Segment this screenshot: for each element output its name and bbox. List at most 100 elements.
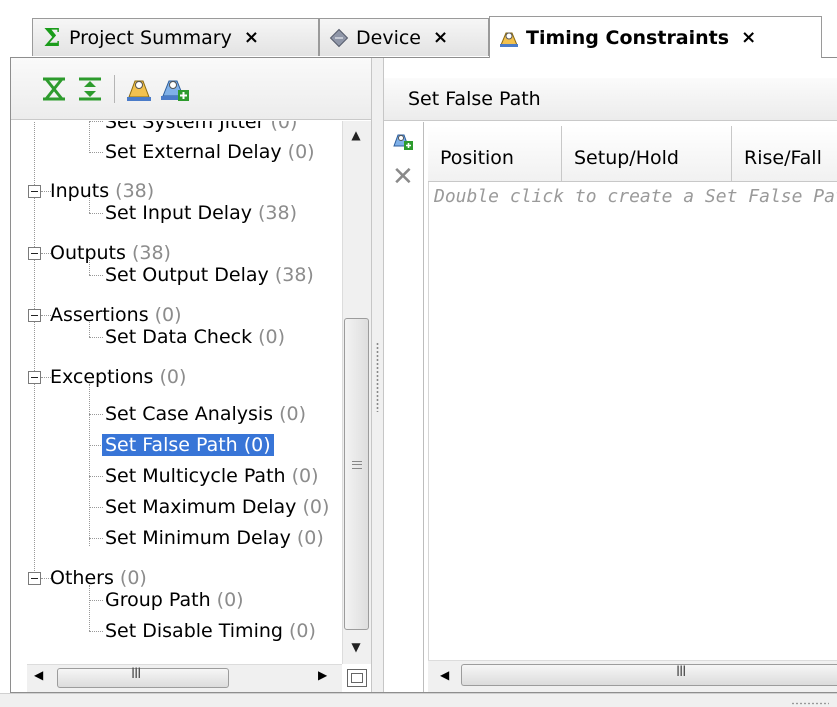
tree-item-set-data-check[interactable]: Set Data Check (0) xyxy=(105,322,285,353)
collapse-all-icon[interactable] xyxy=(75,74,105,104)
tree-connector xyxy=(89,121,90,151)
tree-item-count: (0) xyxy=(159,366,187,388)
tree-item-count: (0) xyxy=(279,403,307,425)
tree-connector xyxy=(89,337,103,338)
scroll-up-icon[interactable]: ▲ xyxy=(346,124,366,146)
tree-item-count: (0) xyxy=(296,527,324,549)
tree-vertical-scroll-thumb[interactable] xyxy=(344,318,369,630)
tree-horizontal-scroll-thumb[interactable] xyxy=(57,668,229,688)
scroll-left-icon[interactable]: ◀ xyxy=(34,668,43,682)
tab-bar: Σ Project Summary × Device × Timing Cons… xyxy=(0,0,837,60)
tree-item-label: Set Multicycle Path xyxy=(105,465,286,487)
tree-connector xyxy=(89,384,90,546)
tree-item-count: (0) xyxy=(216,589,244,611)
tree-item-label: Set System Jitter xyxy=(105,121,265,133)
tree-item-label: Exceptions xyxy=(50,366,154,388)
empty-table-hint: Double click to create a Set False Path xyxy=(434,186,837,207)
tree-connector xyxy=(89,213,103,214)
delete-icon[interactable]: ✕ xyxy=(392,164,414,190)
add-constraint-icon[interactable] xyxy=(160,74,190,104)
tree-item-set-system-jitter[interactable]: Set System Jitter (0) xyxy=(105,121,297,138)
grip-icon xyxy=(352,468,362,469)
close-icon[interactable]: × xyxy=(433,27,448,48)
grip-icon xyxy=(376,342,379,412)
scroll-left-icon[interactable]: ◀ xyxy=(440,668,449,682)
tree-item-set-external-delay[interactable]: Set External Delay (0) xyxy=(105,137,315,168)
tree-connector xyxy=(89,152,103,153)
collapse-toggle-exceptions[interactable] xyxy=(28,371,41,384)
row-actions-bar xyxy=(384,122,424,692)
tab-device[interactable]: Device × xyxy=(319,18,489,56)
grip-icon: III xyxy=(676,664,686,680)
scroll-down-icon[interactable]: ▼ xyxy=(346,636,366,658)
tree-item-label: Set Output Delay xyxy=(105,264,269,286)
tree-item-label: Set Minimum Delay xyxy=(105,527,291,549)
close-icon[interactable]: × xyxy=(244,27,259,48)
tree-toolbar xyxy=(11,58,371,120)
tree-group-exceptions[interactable]: Exceptions (0) xyxy=(50,362,186,393)
tree-item-count: (0) xyxy=(302,496,330,518)
tree-item-label: Set Disable Timing xyxy=(105,620,283,642)
tab-project-summary[interactable]: Σ Project Summary × xyxy=(32,18,319,56)
timing-constraints-icon xyxy=(498,27,520,49)
tree-item-group-path[interactable]: Group Path (0) xyxy=(105,585,244,616)
tree-item-set-minimum-delay[interactable]: Set Minimum Delay (0) xyxy=(105,523,324,554)
column-header-position[interactable]: Position xyxy=(428,126,562,182)
toolbar-separator xyxy=(114,74,115,103)
grip-icon xyxy=(352,461,362,465)
tree-connector xyxy=(89,538,103,539)
status-strip xyxy=(0,693,837,707)
constraint-panel-header: Set False Path xyxy=(384,78,837,121)
tree-item-set-disable-timing[interactable]: Set Disable Timing (0) xyxy=(105,616,316,647)
expand-all-icon[interactable] xyxy=(39,74,69,104)
tab-label: Project Summary xyxy=(69,26,232,49)
tree-connector xyxy=(89,121,103,122)
tree-item-count: (38) xyxy=(274,264,314,286)
chip-icon xyxy=(328,27,350,49)
tree-item-count: (0) xyxy=(243,434,271,456)
tree-item-set-case-analysis[interactable]: Set Case Analysis (0) xyxy=(105,399,306,430)
tree-item-label: Set Data Check xyxy=(105,326,253,348)
sigma-icon: Σ xyxy=(43,23,61,52)
constraint-icon[interactable] xyxy=(124,74,154,104)
column-header-setup-hold[interactable]: Setup/Hold xyxy=(562,126,732,182)
tree-item-count: (0) xyxy=(258,326,286,348)
collapse-toggle-inputs[interactable] xyxy=(28,185,41,198)
tree-item-set-false-path[interactable]: Set False Path (0) xyxy=(102,430,274,461)
add-constraint-icon[interactable] xyxy=(390,128,416,154)
tree-item-count: (0) xyxy=(289,620,316,642)
tree-item-count: (0) xyxy=(270,121,298,133)
close-icon[interactable]: × xyxy=(741,27,756,48)
tab-timing-constraints[interactable]: Timing Constraints × xyxy=(489,16,822,58)
table-horizontal-scroll-thumb[interactable] xyxy=(461,664,837,686)
column-header-rise-fall[interactable]: Rise/Fall xyxy=(732,126,837,182)
tree-item-label: Set Input Delay xyxy=(105,202,252,224)
tree-item-count: (0) xyxy=(287,141,315,163)
collapse-toggle-others[interactable] xyxy=(28,572,41,585)
tab-label: Device xyxy=(356,26,421,49)
constraint-tree: Set System Jitter (0) Set External Delay… xyxy=(27,121,342,664)
resize-grip-icon[interactable] xyxy=(791,702,829,705)
tree-item-set-maximum-delay[interactable]: Set Maximum Delay (0) xyxy=(105,492,329,523)
scroll-right-icon[interactable]: ▶ xyxy=(318,668,327,682)
tree-item-label: Set Maximum Delay xyxy=(105,496,297,518)
tree-connector xyxy=(89,476,103,477)
collapse-toggle-outputs[interactable] xyxy=(28,247,41,260)
tree-connector xyxy=(89,445,103,446)
tree-connector xyxy=(89,275,103,276)
tree-connector xyxy=(89,631,103,632)
grip-icon: III xyxy=(131,666,141,682)
tree-item-set-multicycle-path[interactable]: Set Multicycle Path (0) xyxy=(105,461,319,492)
panel-title: Set False Path xyxy=(408,88,541,110)
tree-connector xyxy=(89,414,103,415)
tree-item-label: Group Path xyxy=(105,589,211,611)
tree-item-label: Inputs xyxy=(50,180,110,202)
tree-item-count: (0) xyxy=(291,465,319,487)
tree-item-set-output-delay[interactable]: Set Output Delay (38) xyxy=(105,260,314,291)
tab-label: Timing Constraints xyxy=(526,26,730,49)
tree-item-label: Set False Path xyxy=(105,434,238,456)
tree-item-count: (38) xyxy=(258,202,298,224)
tree-item-set-input-delay[interactable]: Set Input Delay (38) xyxy=(105,198,297,229)
collapse-toggle-assertions[interactable] xyxy=(28,309,41,322)
corner-toggle-icon[interactable] xyxy=(347,669,367,687)
